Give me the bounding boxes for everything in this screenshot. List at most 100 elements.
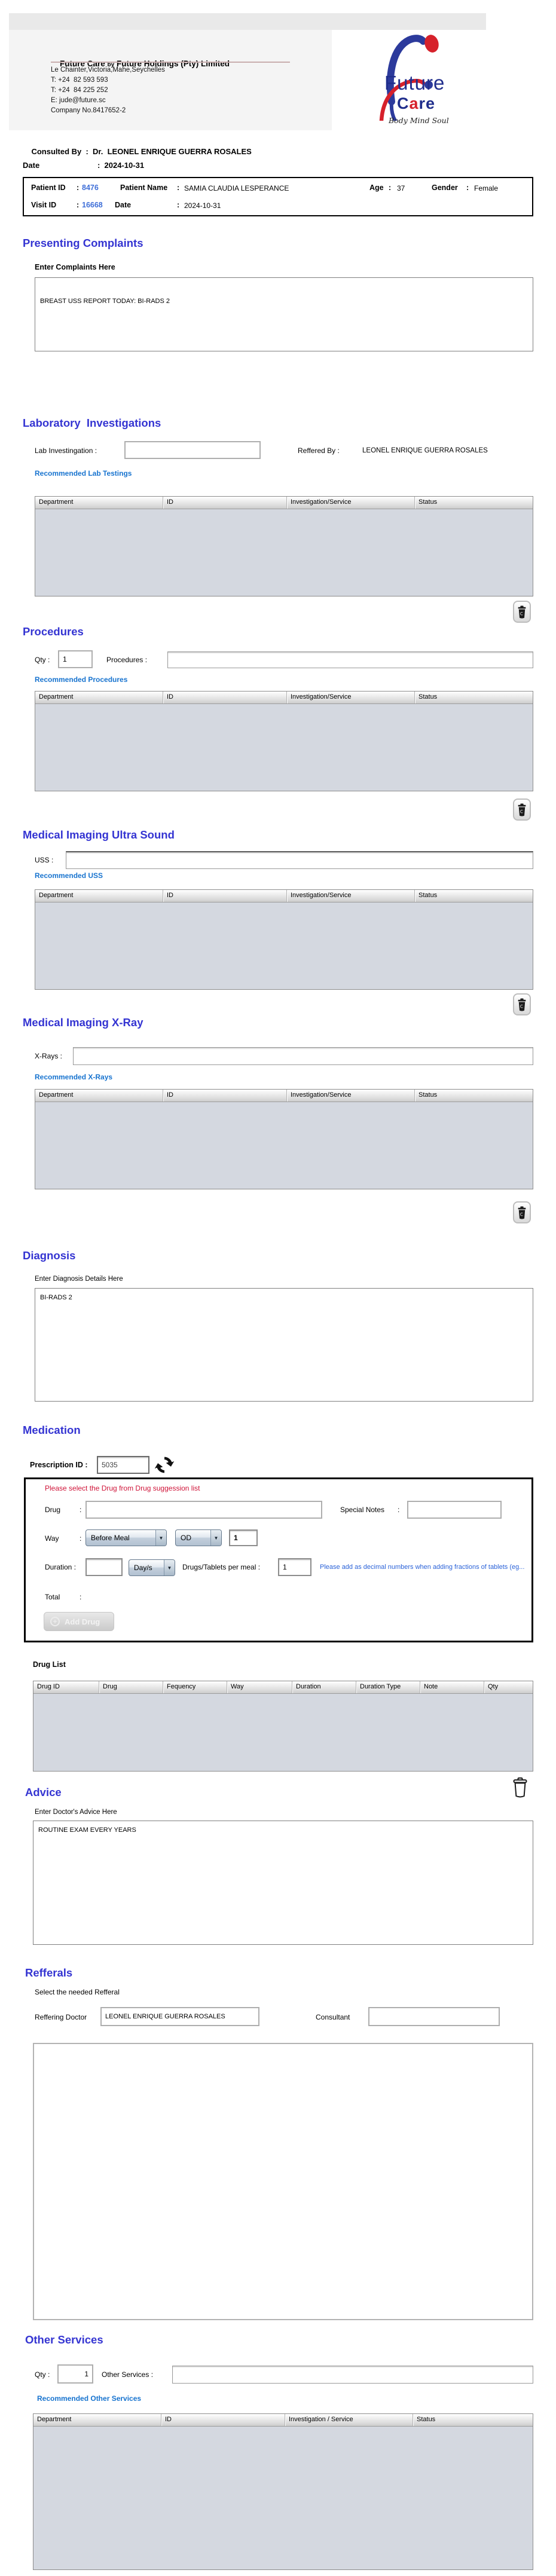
column-header[interactable]: Investigation/Service — [287, 890, 415, 902]
frequency-select[interactable]: OD ▼ — [175, 1529, 222, 1546]
complaints-textarea[interactable]: BREAST USS REPORT TODAY: BI-RADS 2 — [35, 277, 533, 351]
column-header[interactable]: Fequency — [163, 1681, 227, 1693]
column-header[interactable]: Status — [415, 1090, 533, 1102]
refresh-icon — [154, 1455, 175, 1475]
uss-input[interactable] — [66, 851, 533, 869]
add-icon: + — [50, 1617, 60, 1626]
lab-tests-table: Department ID Investigation/Service Stat… — [35, 496, 533, 596]
drug-suggestion-warning: Please select the Drug from Drug suggess… — [45, 1484, 200, 1492]
other-services-table-header: Department ID Investigation / Service St… — [33, 2414, 533, 2427]
drug-input[interactable] — [85, 1501, 322, 1519]
column-header[interactable]: Status — [415, 497, 533, 509]
column-header[interactable]: Status — [413, 2414, 533, 2426]
column-header[interactable]: Status — [415, 890, 533, 902]
column-header[interactable]: Department — [35, 497, 163, 509]
column-header[interactable]: ID — [163, 1090, 287, 1102]
advice-label: Enter Doctor's Advice Here — [35, 1809, 117, 1816]
column-header[interactable]: ID — [163, 692, 287, 703]
column-header[interactable]: ID — [163, 890, 287, 902]
duration-input[interactable] — [85, 1558, 123, 1576]
other-services-qty-label: Qty : — [35, 2370, 50, 2379]
column-header[interactable]: Investigation / Service — [285, 2414, 413, 2426]
special-notes-input[interactable] — [407, 1501, 502, 1519]
patient-name-label: Patient Name — [120, 183, 167, 192]
column-header[interactable]: Duration Type — [356, 1681, 420, 1693]
section-title-other-services: Other Services — [25, 2333, 103, 2346]
procedures-input[interactable] — [167, 651, 533, 668]
procedures-qty-input[interactable] — [58, 650, 93, 668]
visit-id-value: 16668 — [82, 201, 103, 209]
column-header[interactable]: Qty — [484, 1681, 533, 1693]
section-title-referrals: Refferals — [25, 1966, 72, 1980]
add-drug-label: Add Drug — [65, 1617, 100, 1626]
clear-procedures-button[interactable] — [513, 799, 531, 821]
column-header[interactable]: Investigation/Service — [287, 1090, 415, 1102]
other-services-label: Other Services : — [102, 2370, 153, 2379]
lab-investigation-input[interactable] — [124, 441, 261, 459]
clear-lab-button[interactable] — [513, 601, 531, 623]
column-header[interactable]: Investigation/Service — [287, 497, 415, 509]
column-header[interactable]: Investigation/Service — [287, 692, 415, 703]
consultant-input[interactable] — [368, 2007, 500, 2026]
procedures-qty-label: Qty : — [35, 656, 50, 664]
company-title-rule — [51, 62, 290, 63]
logo-tagline: Body Mind Soul — [389, 116, 449, 125]
company-phone-1: T: +24 82 593 593 — [51, 77, 108, 84]
recommended-other-services-link: Recommended Other Services — [37, 2394, 141, 2403]
visit-id-label: Visit ID — [31, 201, 56, 209]
column-header[interactable]: Drug ID — [33, 1681, 99, 1693]
column-header[interactable]: Drug — [99, 1681, 163, 1693]
recommended-lab-link: Recommended Lab Testings — [35, 469, 132, 478]
trash-icon — [517, 1206, 527, 1220]
prescription-id-input[interactable] — [97, 1456, 149, 1474]
column-header[interactable]: Duration — [292, 1681, 356, 1693]
other-services-input[interactable] — [172, 2366, 533, 2384]
visit-date-label: Date — [23, 161, 39, 170]
way-label: Way — [45, 1534, 59, 1543]
column-header[interactable]: Way — [227, 1681, 292, 1693]
column-header[interactable]: ID — [163, 497, 287, 509]
patient-gender-value: Female — [474, 184, 498, 192]
column-header[interactable]: Note — [420, 1681, 484, 1693]
duration-unit-select[interactable]: Day/s ▼ — [129, 1559, 175, 1576]
refresh-prescription-button[interactable] — [154, 1455, 175, 1475]
recommended-procedures-link: Recommended Procedures — [35, 675, 127, 684]
drug-list-table: Drug ID Drug Fequency Way Duration Durat… — [33, 1681, 533, 1772]
visit-date-value: : 2024-10-31 — [97, 161, 144, 170]
drug-entry-panel: Please select the Drug from Drug suggess… — [24, 1477, 533, 1642]
xray-input[interactable] — [73, 1047, 533, 1065]
prescription-id-label: Prescription ID : — [30, 1461, 88, 1469]
consulted-by-label: Consulted By : Dr. — [31, 147, 103, 156]
diagnosis-textarea[interactable]: BI-RADS 2 — [35, 1288, 533, 1402]
column-header[interactable]: Department — [33, 2414, 161, 2426]
company-email: E: jude@future.sc — [51, 97, 106, 104]
company-phone-2: T: +24 84 225 252 — [51, 87, 108, 94]
add-drug-button[interactable]: + Add Drug — [44, 1612, 114, 1631]
per-meal-input[interactable] — [278, 1558, 311, 1576]
section-title-medication: Medication — [23, 1424, 81, 1437]
clear-advice-button[interactable] — [512, 1776, 530, 1800]
section-title-advice: Advice — [25, 1786, 62, 1799]
column-header[interactable]: Department — [35, 890, 163, 902]
clear-xray-button[interactable] — [513, 1201, 531, 1223]
header-top-strip — [9, 13, 486, 30]
xray-table: Department ID Investigation/Service Stat… — [35, 1089, 533, 1189]
procedures-label: Procedures : — [106, 656, 147, 664]
frequency-qty-input[interactable] — [229, 1529, 258, 1546]
advice-textarea[interactable]: ROUTINE EXAM EVERY YEARS — [33, 1821, 533, 1945]
drug-label: Drug — [45, 1506, 60, 1514]
other-services-qty-input[interactable] — [57, 2364, 93, 2384]
section-title-lab: Laboratory Investigations — [23, 417, 161, 430]
clear-uss-button[interactable] — [513, 993, 531, 1015]
column-header[interactable]: Department — [35, 692, 163, 703]
patient-age-label: Age — [369, 183, 384, 192]
referring-doctor-input[interactable] — [100, 2007, 259, 2026]
lab-investigation-label: Lab Investingation : — [35, 446, 97, 455]
column-header[interactable]: Status — [415, 692, 533, 703]
logo-heart-a: a — [410, 94, 419, 112]
way-select[interactable]: Before Meal ▼ — [85, 1529, 167, 1546]
column-header[interactable]: Department — [35, 1090, 163, 1102]
column-header[interactable]: ID — [161, 2414, 285, 2426]
chevron-down-icon: ▼ — [164, 1560, 175, 1575]
uss-table: Department ID Investigation/Service Stat… — [35, 889, 533, 990]
